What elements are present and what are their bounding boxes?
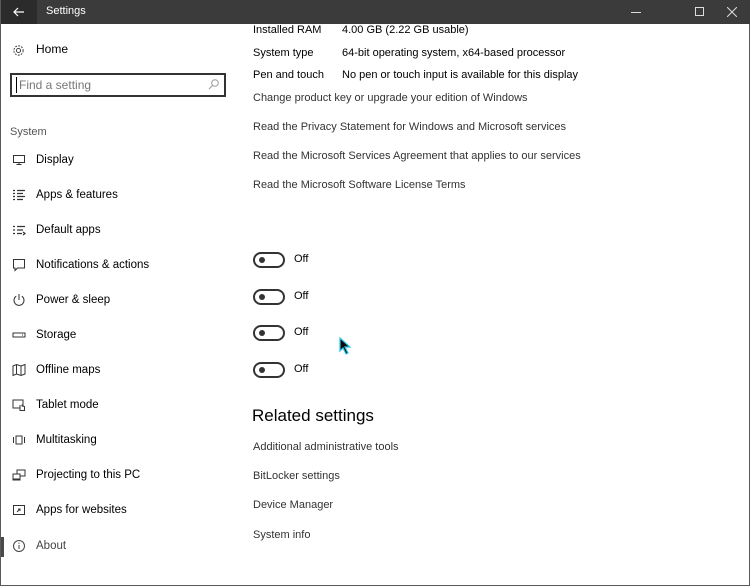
spec-value: No pen or touch input is available for t…: [342, 69, 579, 81]
storage-icon: [12, 332, 26, 338]
toggle-switch[interactable]: [253, 252, 285, 268]
spec-key: System type: [253, 47, 314, 59]
sidebar-item-label: Apps for websites: [36, 504, 127, 516]
toggle-knob: [259, 330, 265, 336]
main-content: Installed RAM 4.00 GB (2.22 GB usable) S…: [252, 24, 743, 586]
sidebar-item-label: Power & sleep: [36, 294, 111, 306]
search-input[interactable]: [16, 77, 196, 93]
sidebar-item-power-sleep[interactable]: Power & sleep: [1, 287, 241, 315]
sidebar-item-multitasking[interactable]: Multitasking: [1, 427, 241, 455]
toggle-knob: [259, 367, 265, 373]
toggle-switch[interactable]: [253, 325, 285, 341]
list-icon: [13, 189, 25, 201]
spec-value: 64-bit operating system, x64-based proce…: [342, 47, 566, 59]
toggle-state: Off: [294, 363, 309, 375]
info-icon: [13, 540, 25, 552]
change-product-key-link[interactable]: Change product key or upgrade your editi…: [253, 92, 528, 104]
sidebar-item-label: Offline maps: [36, 364, 101, 376]
sidebar-item-label: Tablet mode: [36, 399, 99, 411]
tablet-mode-icon: [12, 399, 25, 411]
power-icon: [13, 294, 25, 306]
bitlocker-link[interactable]: BitLocker settings: [253, 470, 340, 482]
notification-icon: [13, 259, 25, 272]
device-manager-link[interactable]: Device Manager: [253, 499, 333, 511]
section-label: System: [10, 126, 47, 138]
home-label: Home: [36, 42, 69, 56]
close-icon: [727, 7, 737, 17]
license-terms-link[interactable]: Read the Microsoft Software License Term…: [253, 179, 466, 191]
minimize-icon: [631, 12, 641, 13]
gear-icon: [13, 44, 24, 56]
title-bar: Settings: [1, 0, 750, 24]
home-nav[interactable]: Home: [12, 42, 68, 58]
related-settings-heading: Related settings: [252, 406, 374, 425]
sidebar-item-projecting[interactable]: Projecting to this PC: [1, 462, 241, 490]
system-info-link[interactable]: System info: [253, 529, 310, 541]
settings-window: Settings Home System Display Apps & feat…: [0, 0, 750, 586]
sidebar-item-label: Apps & features: [36, 189, 118, 201]
spec-value: 4.00 GB (2.22 GB usable): [342, 24, 469, 36]
back-arrow-icon: [13, 7, 24, 17]
toggle-state: Off: [294, 290, 309, 302]
window-title: Settings: [46, 5, 86, 17]
sidebar-item-label: Multitasking: [36, 434, 97, 446]
spec-key: Installed RAM: [253, 24, 322, 36]
monitor-icon: [13, 155, 25, 165]
sidebar-item-label: Default apps: [36, 224, 101, 236]
toggle-switch[interactable]: [253, 362, 285, 378]
sidebar-item-label: Storage: [36, 329, 77, 341]
spec-key: Pen and touch: [253, 69, 324, 81]
services-agreement-link[interactable]: Read the Microsoft Services Agreement th…: [253, 150, 581, 162]
sidebar-item-notifications[interactable]: Notifications & actions: [1, 252, 241, 280]
sidebar-item-label: Projecting to this PC: [36, 469, 141, 481]
close-button[interactable]: [709, 0, 750, 24]
sidebar-item-default-apps[interactable]: Default apps: [1, 217, 241, 245]
toggle-knob: [259, 294, 265, 300]
maximize-icon: [695, 7, 704, 16]
back-button[interactable]: [1, 0, 37, 24]
sidebar-item-about[interactable]: About: [1, 533, 241, 561]
sidebar-item-display[interactable]: Display: [1, 147, 241, 175]
toggle-state: Off: [294, 326, 309, 338]
projecting-icon: [12, 469, 26, 481]
sidebar-item-apps-for-websites[interactable]: Apps for websites: [1, 497, 241, 525]
toggle-knob: [259, 257, 265, 263]
minimize-button[interactable]: [613, 0, 659, 24]
multitasking-icon: [13, 435, 25, 445]
search-icon: [208, 79, 219, 90]
sidebar-item-label: Notifications & actions: [36, 259, 150, 271]
toggle-state: Off: [294, 253, 309, 265]
sidebar-item-label: About: [36, 540, 67, 552]
toggle-switch[interactable]: [253, 289, 285, 305]
sidebar-item-storage[interactable]: Storage: [1, 322, 241, 350]
sidebar: Home System Display Apps & features Defa…: [1, 24, 241, 586]
sidebar-item-tablet-mode[interactable]: Tablet mode: [1, 392, 241, 420]
sidebar-item-apps-features[interactable]: Apps & features: [1, 182, 241, 210]
sidebar-item-offline-maps[interactable]: Offline maps: [1, 357, 241, 385]
privacy-statement-link[interactable]: Read the Privacy Statement for Windows a…: [253, 121, 566, 133]
default-apps-icon: [13, 225, 26, 236]
search-box[interactable]: [10, 73, 226, 97]
map-icon: [12, 363, 26, 377]
apps-for-websites-icon: [13, 505, 25, 515]
admin-tools-link[interactable]: Additional administrative tools: [253, 441, 399, 453]
mouse-cursor-icon: [339, 337, 352, 355]
sidebar-item-label: Display: [36, 154, 74, 166]
